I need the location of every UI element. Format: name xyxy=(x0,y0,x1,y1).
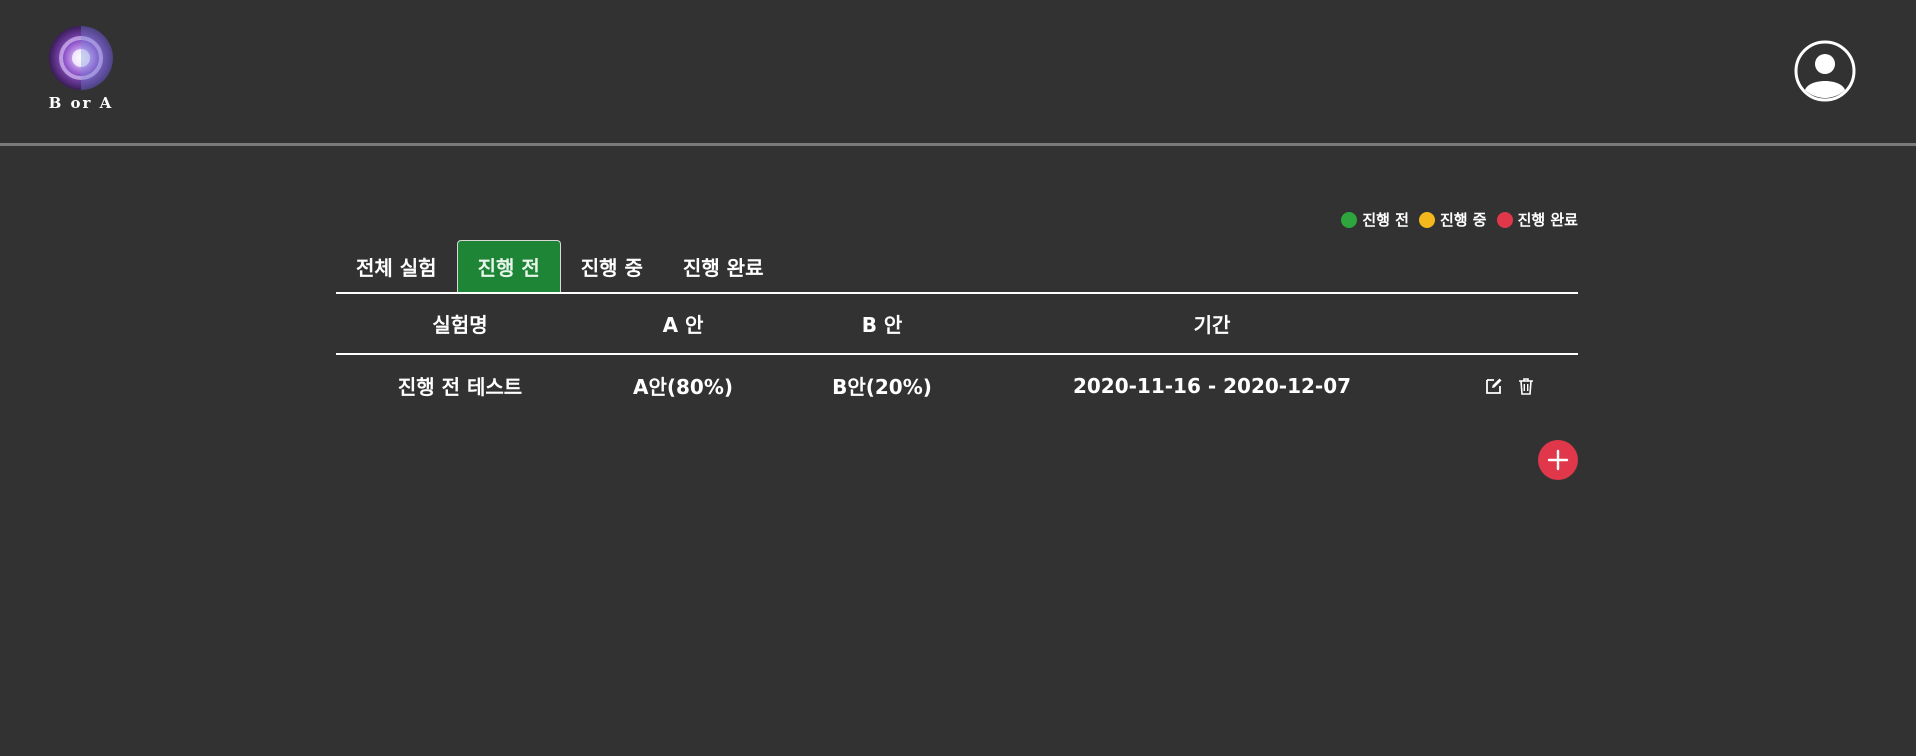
legend-item-done: 진행 완료 xyxy=(1496,209,1578,230)
legend-item-before: 진행 전 xyxy=(1341,209,1409,230)
status-tabs: 전체 실험 진행 전 진행 중 진행 완료 xyxy=(336,240,1578,294)
logo-text: B or A xyxy=(48,94,114,112)
status-legend: 진행 전 진행 중 진행 완료 xyxy=(1341,209,1578,230)
experiment-name: 진행 전 테스트 xyxy=(397,375,523,399)
column-header-period: 기간 xyxy=(1193,313,1231,337)
legend-item-in-progress: 진행 중 xyxy=(1418,209,1487,230)
tab-all[interactable]: 전체 실험 xyxy=(336,240,457,292)
experiment-table: 실험명 A 안 B 안 기간 진행 전 테스트 A안(80%) B안(20%) … xyxy=(336,294,1578,416)
column-header-b: B 안 xyxy=(861,313,903,337)
tab-in-progress[interactable]: 진행 중 xyxy=(561,240,663,292)
edit-icon[interactable] xyxy=(1484,376,1504,396)
experiment-period: 2020-11-16 - 2020-12-07 xyxy=(1072,373,1352,398)
tab-before[interactable]: 진행 전 xyxy=(456,240,561,292)
table-row[interactable]: 진행 전 테스트 A안(80%) B안(20%) 2020-11-16 - 20… xyxy=(336,355,1578,416)
app-header: B or A xyxy=(0,0,1916,146)
yellow-dot-icon xyxy=(1418,211,1435,228)
variant-a: A안(80%) xyxy=(632,375,734,399)
tab-done[interactable]: 진행 완료 xyxy=(663,240,784,292)
brand-logo[interactable]: B or A xyxy=(40,24,122,116)
red-dot-icon xyxy=(1496,211,1513,228)
user-avatar-icon xyxy=(1794,40,1856,102)
table-header: 실험명 A 안 B 안 기간 xyxy=(336,294,1578,355)
row-actions xyxy=(1484,376,1536,396)
plus-icon xyxy=(1547,449,1569,471)
legend-label: 진행 전 xyxy=(1362,211,1409,229)
variant-b: B안(20%) xyxy=(832,375,932,399)
add-experiment-button[interactable] xyxy=(1538,440,1578,480)
legend-label: 진행 완료 xyxy=(1517,211,1578,229)
column-header-name: 실험명 xyxy=(432,313,488,337)
trash-icon[interactable] xyxy=(1516,376,1536,396)
green-dot-icon xyxy=(1341,211,1358,228)
column-header-a: A 안 xyxy=(662,313,704,337)
legend-label: 진행 중 xyxy=(1439,211,1487,229)
profile-button[interactable] xyxy=(1794,40,1856,102)
logo-circle-icon xyxy=(49,26,113,90)
